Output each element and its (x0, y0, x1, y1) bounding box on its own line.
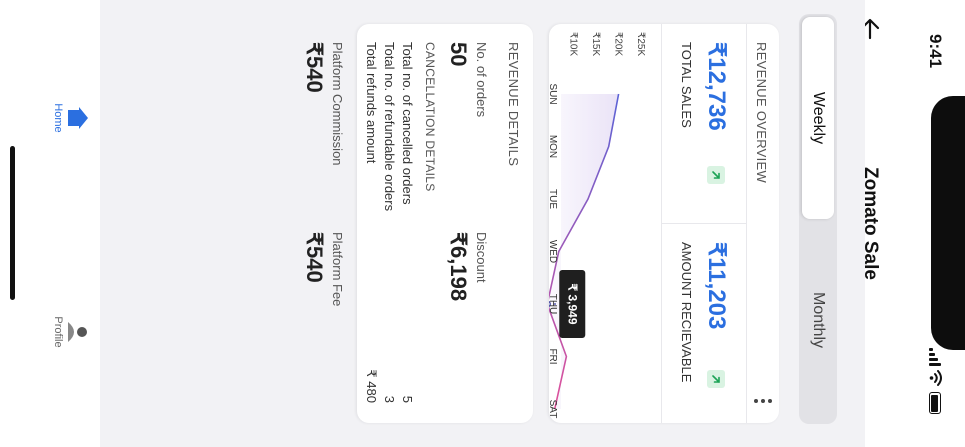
cancelled-orders-row: Total no. of cancelled orders 5 (400, 42, 415, 403)
refundable-orders-label: Total no. of refundable orders (382, 42, 397, 212)
phone-screen: 9:41 Zomato Sale Weekly Monthly REVENUE … (0, 0, 965, 447)
y-tick-label: ₹15K (590, 32, 601, 56)
fee-label: Platform Fee (330, 232, 345, 307)
commission-label: Platform Commission (330, 42, 345, 166)
revenue-overview-card: REVENUE OVERVIEW ₹12,736 TOTAL SALES ₹11… (549, 24, 779, 423)
bottom-nav: Home Profile (0, 0, 100, 447)
x-tick-label: SUN (549, 83, 558, 104)
wifi-icon (929, 370, 942, 386)
nav-profile[interactable]: Profile (44, 292, 96, 372)
fee-value: ₹540 (302, 232, 327, 283)
discount-label: Discount (474, 232, 489, 283)
x-tick-label: SAT (549, 400, 558, 419)
total-sales-value: ₹12,736 (703, 42, 730, 131)
refunds-amount-row: Total refunds amount ₹ 480 (364, 42, 379, 403)
nav-home[interactable]: Home (44, 78, 96, 158)
y-tick-label: ₹20K (613, 32, 624, 56)
tooltip-value: ₹ 3,949 (565, 284, 579, 325)
status-bar: 9:41 (895, 0, 965, 447)
profile-icon (68, 322, 87, 342)
home-indicator (10, 146, 15, 300)
trend-up-icon (707, 166, 725, 184)
content-area: Weekly Monthly REVENUE OVERVIEW ₹12,736 … (100, 0, 865, 447)
x-tick-label: FRI (549, 348, 558, 364)
period-toggle: Weekly Monthly (799, 14, 837, 424)
sales-line-chart: ₹10K ₹15K ₹20K ₹25K SUN MON TUE WED THU FRI SAT ₹ 3… (549, 32, 646, 419)
battery-icon (929, 392, 941, 414)
cancellation-title: CANCELLATION DETAILS (423, 42, 437, 192)
discount-value: ₹6,198 (446, 232, 471, 302)
status-time: 9:41 (926, 34, 945, 69)
revenue-details-card: REVENUE DETAILS No. of orders 50 Discoun… (357, 24, 533, 423)
overview-header: REVENUE OVERVIEW (746, 24, 779, 423)
refunds-amount-label: Total refunds amount (364, 42, 379, 164)
refundable-orders-value: 3 (382, 395, 397, 403)
nav-home-label: Home (52, 103, 64, 133)
y-tick-label: ₹10K (568, 32, 579, 56)
more-options-icon[interactable] (751, 391, 775, 411)
weekly-tab[interactable]: Weekly (802, 17, 834, 219)
amount-receivable-value: ₹11,203 (703, 242, 730, 330)
cancelled-orders-value: 5 (400, 395, 415, 403)
details-title: REVENUE DETAILS (506, 42, 521, 167)
x-tick-label: TUE (549, 189, 558, 209)
amount-receivable-label: AMOUNT RECIEVABLE (679, 242, 694, 383)
orders-value: 50 (446, 42, 471, 67)
overview-title: REVENUE OVERVIEW (754, 42, 769, 184)
amount-receivable-stat: ₹11,203 AMOUNT RECIEVABLE (661, 224, 746, 423)
x-tick-label: THU (549, 294, 558, 315)
cancelled-orders-label: Total no. of cancelled orders (400, 42, 415, 205)
total-sales-stat: ₹12,736 TOTAL SALES (661, 24, 746, 224)
notch (931, 96, 965, 350)
orders-label: No. of orders (474, 42, 489, 118)
commission-value: ₹540 (302, 42, 327, 93)
nav-profile-label: Profile (52, 316, 64, 348)
refunds-amount-value: ₹ 480 (364, 369, 379, 403)
home-icon (68, 107, 88, 129)
total-sales-label: TOTAL SALES (679, 42, 694, 128)
trend-up-icon (707, 370, 725, 388)
signal-icon (929, 348, 941, 366)
refundable-orders-row: Total no. of refundable orders 3 (382, 42, 397, 403)
y-tick-label: ₹25K (635, 32, 646, 56)
monthly-tab[interactable]: Monthly (802, 219, 834, 421)
x-tick-label: WED (549, 240, 558, 263)
x-tick-label: MON (549, 135, 558, 158)
